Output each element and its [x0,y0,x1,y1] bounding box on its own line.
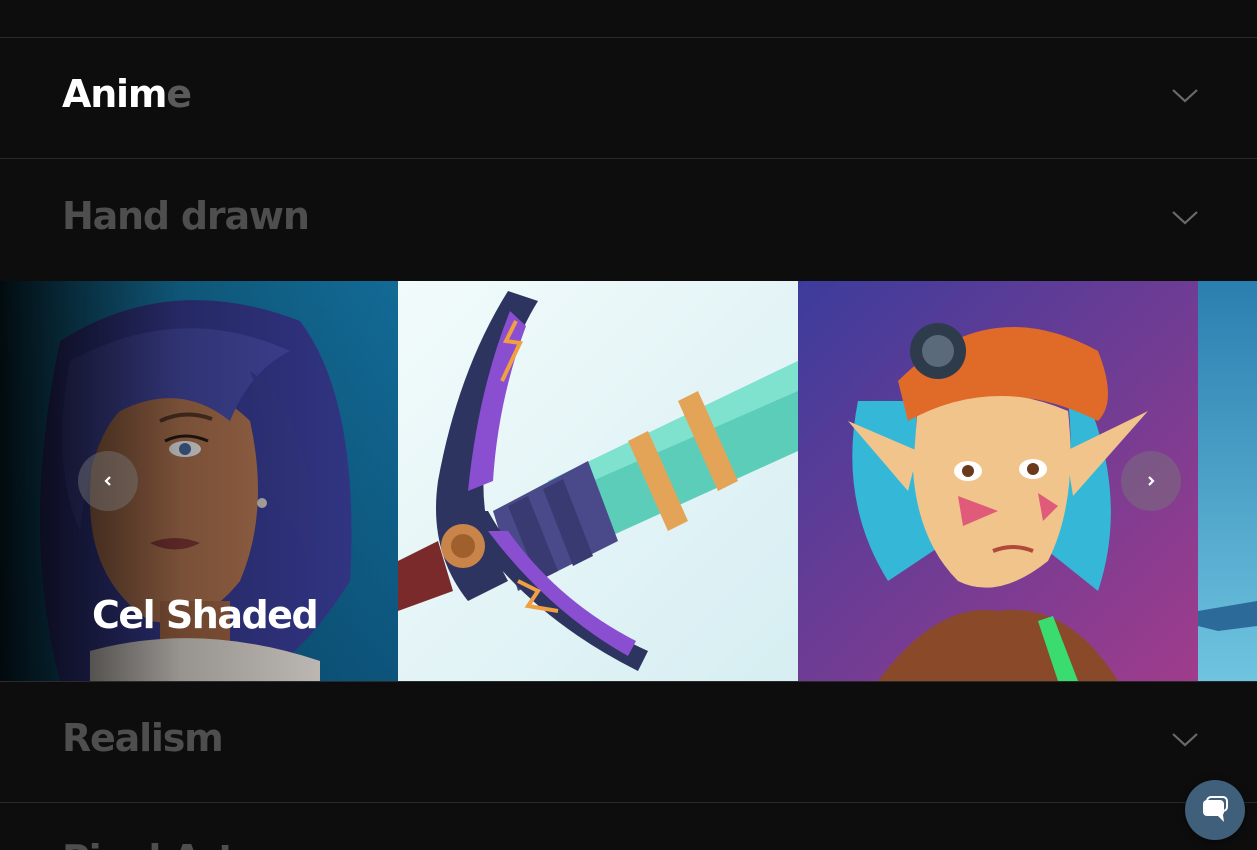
chat-icon [1203,796,1228,822]
carousel-slide-partial[interactable] [1198,281,1257,681]
accordion-title-anime-fade: e [166,72,192,116]
accordion-item-anime[interactable]: Anime [0,37,1257,158]
accordion-title-hand-drawn: Hand drawn [62,194,310,238]
top-strip [0,0,1257,37]
chevron-down-icon[interactable] [1171,88,1199,104]
carousel-next-button[interactable] [1121,451,1181,511]
chevron-down-icon[interactable] [1171,210,1199,226]
carousel-slide-pickaxe[interactable] [398,281,798,681]
accordion-title-anime-active: Anim [62,72,168,116]
chevron-down-icon[interactable] [1171,732,1199,748]
carousel-slide-cel-shaded[interactable]: Cel Shaded [0,281,400,681]
accordion-title-pixel-art: Pixel Art [62,837,236,850]
style-carousel[interactable]: Cel Shaded [0,281,1257,681]
page: Anime Hand drawn Cel Shaded Realism [0,0,1257,850]
chat-button[interactable] [1185,780,1245,840]
accordion-item-realism[interactable]: Realism [0,681,1257,802]
slide-image-sky [1198,281,1257,681]
accordion-item-pixel-art[interactable]: Pixel Art [0,802,1257,850]
slide-label: Cel Shaded [92,593,319,637]
carousel-prev-button[interactable] [78,451,138,511]
accordion-title-realism: Realism [62,716,224,760]
slide-image-pickaxe [398,281,798,681]
chevron-right-icon [1148,476,1155,486]
accordion-item-hand-drawn[interactable]: Hand drawn [0,158,1257,279]
accordion-title-anime: Anime [62,72,192,116]
chevron-left-icon [104,476,111,486]
